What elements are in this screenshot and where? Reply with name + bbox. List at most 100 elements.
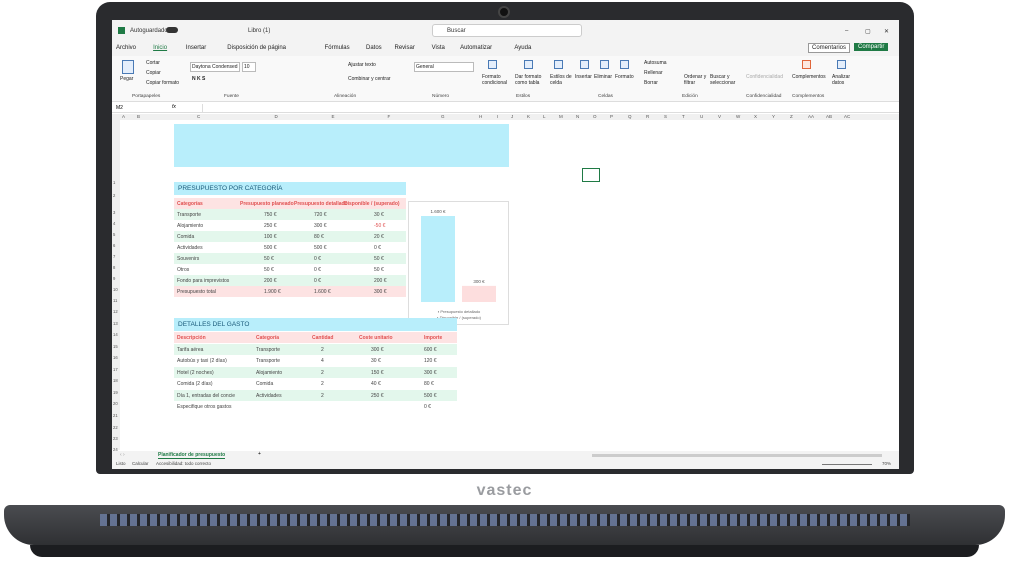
insert-button[interactable]: Insertar (575, 74, 592, 80)
paste-button[interactable]: Pegar (120, 76, 133, 82)
cond-format-button[interactable]: Formato condicional (482, 74, 512, 86)
expense-row-cell: Autobús y taxi (2 días) (177, 358, 227, 364)
menu-automatizar[interactable]: Automatizar (460, 45, 492, 51)
autosave-toggle[interactable] (166, 27, 178, 33)
analyze-data-button[interactable]: Analizar datos (832, 74, 854, 86)
menu-disposición-de-página[interactable]: Disposición de página (227, 45, 286, 51)
autosum-button[interactable]: Autosuma (644, 60, 667, 66)
zoom-slider[interactable] (822, 464, 872, 465)
cell-styles-button[interactable]: Estilos de celda (550, 74, 572, 86)
col-header-S[interactable]: S (664, 114, 667, 119)
format-painter-button[interactable]: Copiar formato (146, 80, 179, 86)
delete-button[interactable]: Eliminar (594, 74, 612, 80)
horizontal-scrollbar[interactable] (592, 454, 882, 457)
menu-fórmulas[interactable]: Fórmulas (325, 45, 350, 51)
sheet-tab[interactable]: Planificador de presupuesto (158, 452, 226, 459)
search-box[interactable]: Buscar (432, 24, 582, 37)
font-name-select[interactable]: Daytona Condensed (190, 62, 240, 72)
menu-insertar[interactable]: Insertar (186, 45, 206, 51)
formula-input[interactable] (202, 104, 892, 112)
col-header-Z[interactable]: Z (790, 114, 793, 119)
maximize-icon[interactable]: ▢ (865, 28, 871, 35)
sheet-nav-icon[interactable]: ‹ › (120, 452, 125, 458)
find-select-button[interactable]: Buscar y seleccionar (710, 74, 744, 86)
col-header-I[interactable]: I (497, 114, 498, 119)
bold-italic-underline[interactable]: N K S (192, 76, 205, 82)
col-header-G[interactable]: G (441, 114, 445, 119)
expense-row-cell: 4 (321, 358, 324, 364)
budget-header-cell: Categorías (177, 201, 203, 207)
col-header-AC[interactable]: AC (844, 114, 850, 119)
selected-cell-m2[interactable] (582, 168, 600, 182)
excel-logo-icon (118, 27, 125, 34)
col-header-M[interactable]: M (559, 114, 563, 119)
col-header-K[interactable]: K (527, 114, 530, 119)
col-header-J[interactable]: J (511, 114, 513, 119)
menu-datos[interactable]: Datos (366, 45, 382, 51)
menu-revisar[interactable]: Revisar (395, 45, 415, 51)
fill-button[interactable]: Rellenar (644, 70, 663, 76)
col-header-AB[interactable]: AB (826, 114, 832, 119)
cut-button[interactable]: Cortar (146, 60, 160, 66)
col-header-V[interactable]: V (718, 114, 721, 119)
close-icon[interactable]: ✕ (884, 28, 889, 35)
budget-row-cell: 50 € (374, 267, 384, 273)
chart-bar-0 (421, 216, 455, 302)
menu-ayuda[interactable]: Ayuda (514, 45, 531, 51)
budget-row: Actividades 500 € 500 € 0 € (174, 242, 406, 253)
format-button[interactable]: Formato (615, 74, 634, 80)
merge-center-button[interactable]: Combinar y centrar (348, 76, 391, 82)
confidentiality-button[interactable]: Confidencialidad (746, 74, 783, 80)
number-format-select[interactable]: General (414, 62, 474, 72)
webcam-icon (498, 6, 510, 18)
budget-row: Otros 50 € 0 € 50 € (174, 264, 406, 275)
sheet-grid[interactable]: PRESUPUESTO POR CATEGORÍA Categorías Pres… (112, 120, 899, 450)
comments-button[interactable]: Comentarios (808, 43, 851, 53)
col-header-Y[interactable]: Y (772, 114, 775, 119)
sort-filter-button[interactable]: Ordenar y filtrar (684, 74, 710, 86)
col-header-Q[interactable]: Q (628, 114, 632, 119)
menu-inicio[interactable]: Inicio (153, 45, 167, 51)
font-size-select[interactable]: 10 (242, 62, 256, 72)
add-sheet-button[interactable]: + (258, 451, 261, 457)
col-header-H[interactable]: H (479, 114, 482, 119)
col-header-W[interactable]: W (736, 114, 740, 119)
share-button[interactable]: Compartir (854, 43, 889, 51)
copy-button[interactable]: Copiar (146, 70, 161, 76)
menu-vista[interactable]: Vista (432, 45, 445, 51)
clear-button[interactable]: Borrar (644, 80, 658, 86)
group-edit: Edición (682, 94, 698, 99)
col-header-F[interactable]: F (388, 114, 391, 119)
col-header-T[interactable]: T (682, 114, 685, 119)
col-header-E[interactable]: E (332, 114, 335, 119)
col-header-B[interactable]: B (137, 114, 140, 119)
wrap-text-button[interactable]: Ajustar texto (348, 62, 376, 68)
col-header-P[interactable]: P (610, 114, 613, 119)
col-header-R[interactable]: R (646, 114, 649, 119)
budget-row-cell: 0 € (374, 245, 381, 251)
menu-archivo[interactable]: Archivo (116, 45, 136, 51)
format-cells-icon (620, 60, 629, 69)
col-header-O[interactable]: O (593, 114, 597, 119)
status-calc[interactable]: Calcular (132, 461, 149, 466)
table-format-button[interactable]: Dar formato como tabla (515, 74, 549, 86)
budget-header-cell: Disponible / (superado) (344, 201, 400, 207)
minimize-icon[interactable]: – (845, 28, 848, 34)
chart-data-label-1: 300 € (473, 279, 485, 284)
col-header-X[interactable]: X (754, 114, 757, 119)
expense-row-cell: 2 (321, 346, 324, 353)
addins-button[interactable]: Complementos (792, 74, 826, 80)
col-header-A[interactable]: A (122, 114, 125, 119)
col-header-AA[interactable]: AA (808, 114, 814, 119)
name-box[interactable]: M2 (116, 105, 123, 111)
col-header-D[interactable]: D (275, 114, 278, 119)
col-header-N[interactable]: N (576, 114, 579, 119)
status-access[interactable]: Accesibilidad: todo correcto (156, 461, 211, 466)
delete-cells-icon (600, 60, 609, 69)
paste-icon[interactable] (122, 60, 134, 74)
col-header-C[interactable]: C (197, 114, 200, 119)
col-header-U[interactable]: U (700, 114, 703, 119)
budget-header: Categorías Presupuesto planeado Presupuest… (174, 198, 406, 209)
col-header-L[interactable]: L (543, 114, 546, 119)
budget-row: Souvenirs 50 € 0 € 50 € (174, 253, 406, 264)
